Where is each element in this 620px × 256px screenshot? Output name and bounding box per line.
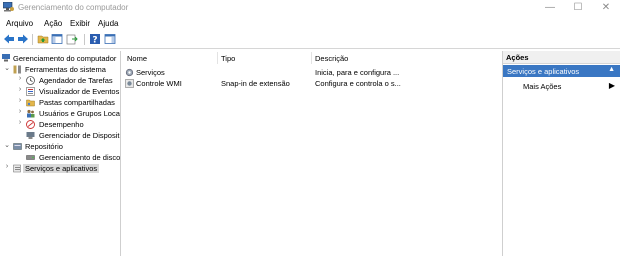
wmi-control-icon [125, 79, 134, 88]
help-icon[interactable]: ? [89, 33, 101, 45]
menu-ajuda[interactable]: Ajuda [98, 19, 118, 28]
shared-folder-icon [26, 99, 35, 107]
services-gear-icon [125, 68, 134, 77]
event-viewer-icon [26, 87, 35, 96]
menu-bar: Arquivo Ação Exibir Ajuda [0, 17, 620, 30]
tree-item-event-viewer[interactable]: › Visualizador de Eventos [0, 86, 120, 97]
disk-icon [26, 155, 35, 160]
maximize-button[interactable]: ☐ [564, 0, 592, 15]
expand-chevron-icon[interactable]: › [16, 119, 24, 126]
row-description: Inicia, para e configura ... [315, 68, 400, 77]
up-folder-icon[interactable] [37, 33, 49, 45]
toolbar-separator [32, 34, 33, 45]
computer-management-icon [3, 2, 14, 12]
tree-item-disk-management[interactable]: Gerenciamento de disco [0, 152, 120, 163]
tree-item-system-tools[interactable]: ⌄ Ferramentas do sistema [0, 64, 120, 75]
users-icon [27, 109, 35, 118]
toolbar: ? [0, 31, 620, 49]
collapse-chevron-icon[interactable]: ⌄ [3, 64, 11, 72]
console-tree: Gerenciamento do computador ⌄ Ferramenta… [0, 51, 121, 256]
actions-header: Ações [503, 51, 620, 64]
device-manager-icon [26, 132, 35, 139]
show-hide-tree-icon[interactable] [51, 33, 63, 45]
menu-exibir[interactable]: Exibir [70, 19, 90, 28]
tree-item-performance[interactable]: › Desempenho [0, 119, 120, 130]
tree-item-device-manager[interactable]: Gerenciador de Dispositivos [0, 130, 120, 141]
column-header-type[interactable]: Tipo [221, 54, 235, 63]
expand-chevron-icon[interactable]: › [16, 97, 24, 104]
minimize-button[interactable]: — [536, 0, 564, 15]
computer-management-icon [2, 54, 10, 62]
tree-item-local-users-groups[interactable]: › Usuários e Grupos Locais [0, 108, 120, 119]
list-row[interactable]: Serviços Inicia, para e configura ... [123, 67, 499, 78]
tree-item-services-applications[interactable]: › Serviços e aplicativos [0, 163, 120, 174]
column-header-name[interactable]: Nome [127, 54, 147, 63]
tree-item-shared-folders[interactable]: › Pastas compartilhadas [0, 97, 120, 108]
collapse-chevron-icon[interactable]: ⌄ [3, 141, 11, 149]
menu-arquivo[interactable]: Arquivo [6, 19, 33, 28]
row-description: Configura e controla o s... [315, 79, 401, 88]
row-type: Snap-in de extensão [221, 79, 290, 88]
menu-acao[interactable]: Ação [44, 19, 62, 28]
expand-chevron-icon[interactable]: › [3, 163, 11, 170]
close-button[interactable]: ✕ [592, 0, 620, 15]
performance-icon [26, 120, 35, 129]
action-pane-toggle-icon[interactable] [104, 33, 116, 45]
export-list-icon[interactable] [66, 33, 78, 45]
tools-icon [13, 65, 21, 74]
clock-icon [26, 76, 35, 85]
storage-icon [13, 143, 22, 150]
column-header-description[interactable]: Descrição [315, 54, 348, 63]
expand-chevron-icon[interactable]: › [16, 108, 24, 115]
services-applications-icon [13, 164, 21, 173]
tree-item-computer-management[interactable]: Gerenciamento do computador [0, 53, 120, 64]
collapse-caret-icon[interactable]: ▲ [608, 66, 615, 73]
column-divider[interactable] [217, 52, 218, 64]
list-row[interactable]: Controle WMI Snap-in de extensão Configu… [123, 78, 499, 89]
forward-arrow-icon[interactable] [17, 33, 29, 45]
row-name: Controle WMI [136, 79, 182, 88]
back-arrow-icon[interactable] [3, 33, 15, 45]
submenu-arrow-icon: ▶ [608, 81, 615, 90]
expand-chevron-icon[interactable]: › [16, 86, 24, 93]
expand-chevron-icon[interactable]: › [16, 75, 24, 82]
tree-item-task-scheduler[interactable]: › Agendador de Tarefas [0, 75, 120, 86]
toolbar-separator [84, 34, 85, 45]
more-actions-item[interactable]: Mais Ações ▶ [503, 80, 620, 92]
title-bar: Gerenciamento do computador — ☐ ✕ [0, 0, 620, 15]
row-name: Serviços [136, 68, 165, 77]
svg-text:?: ? [92, 36, 97, 46]
results-list: Nome Tipo Descrição Serviços Inicia, par… [123, 51, 499, 256]
actions-section-services-applications[interactable]: Serviços e aplicativos ▲ [503, 65, 620, 77]
actions-pane: Ações Serviços e aplicativos ▲ Mais Açõe… [502, 51, 620, 256]
column-divider[interactable] [311, 52, 312, 64]
tree-item-storage[interactable]: ⌄ Repositório [0, 141, 120, 152]
window-title: Gerenciamento do computador [18, 3, 129, 12]
